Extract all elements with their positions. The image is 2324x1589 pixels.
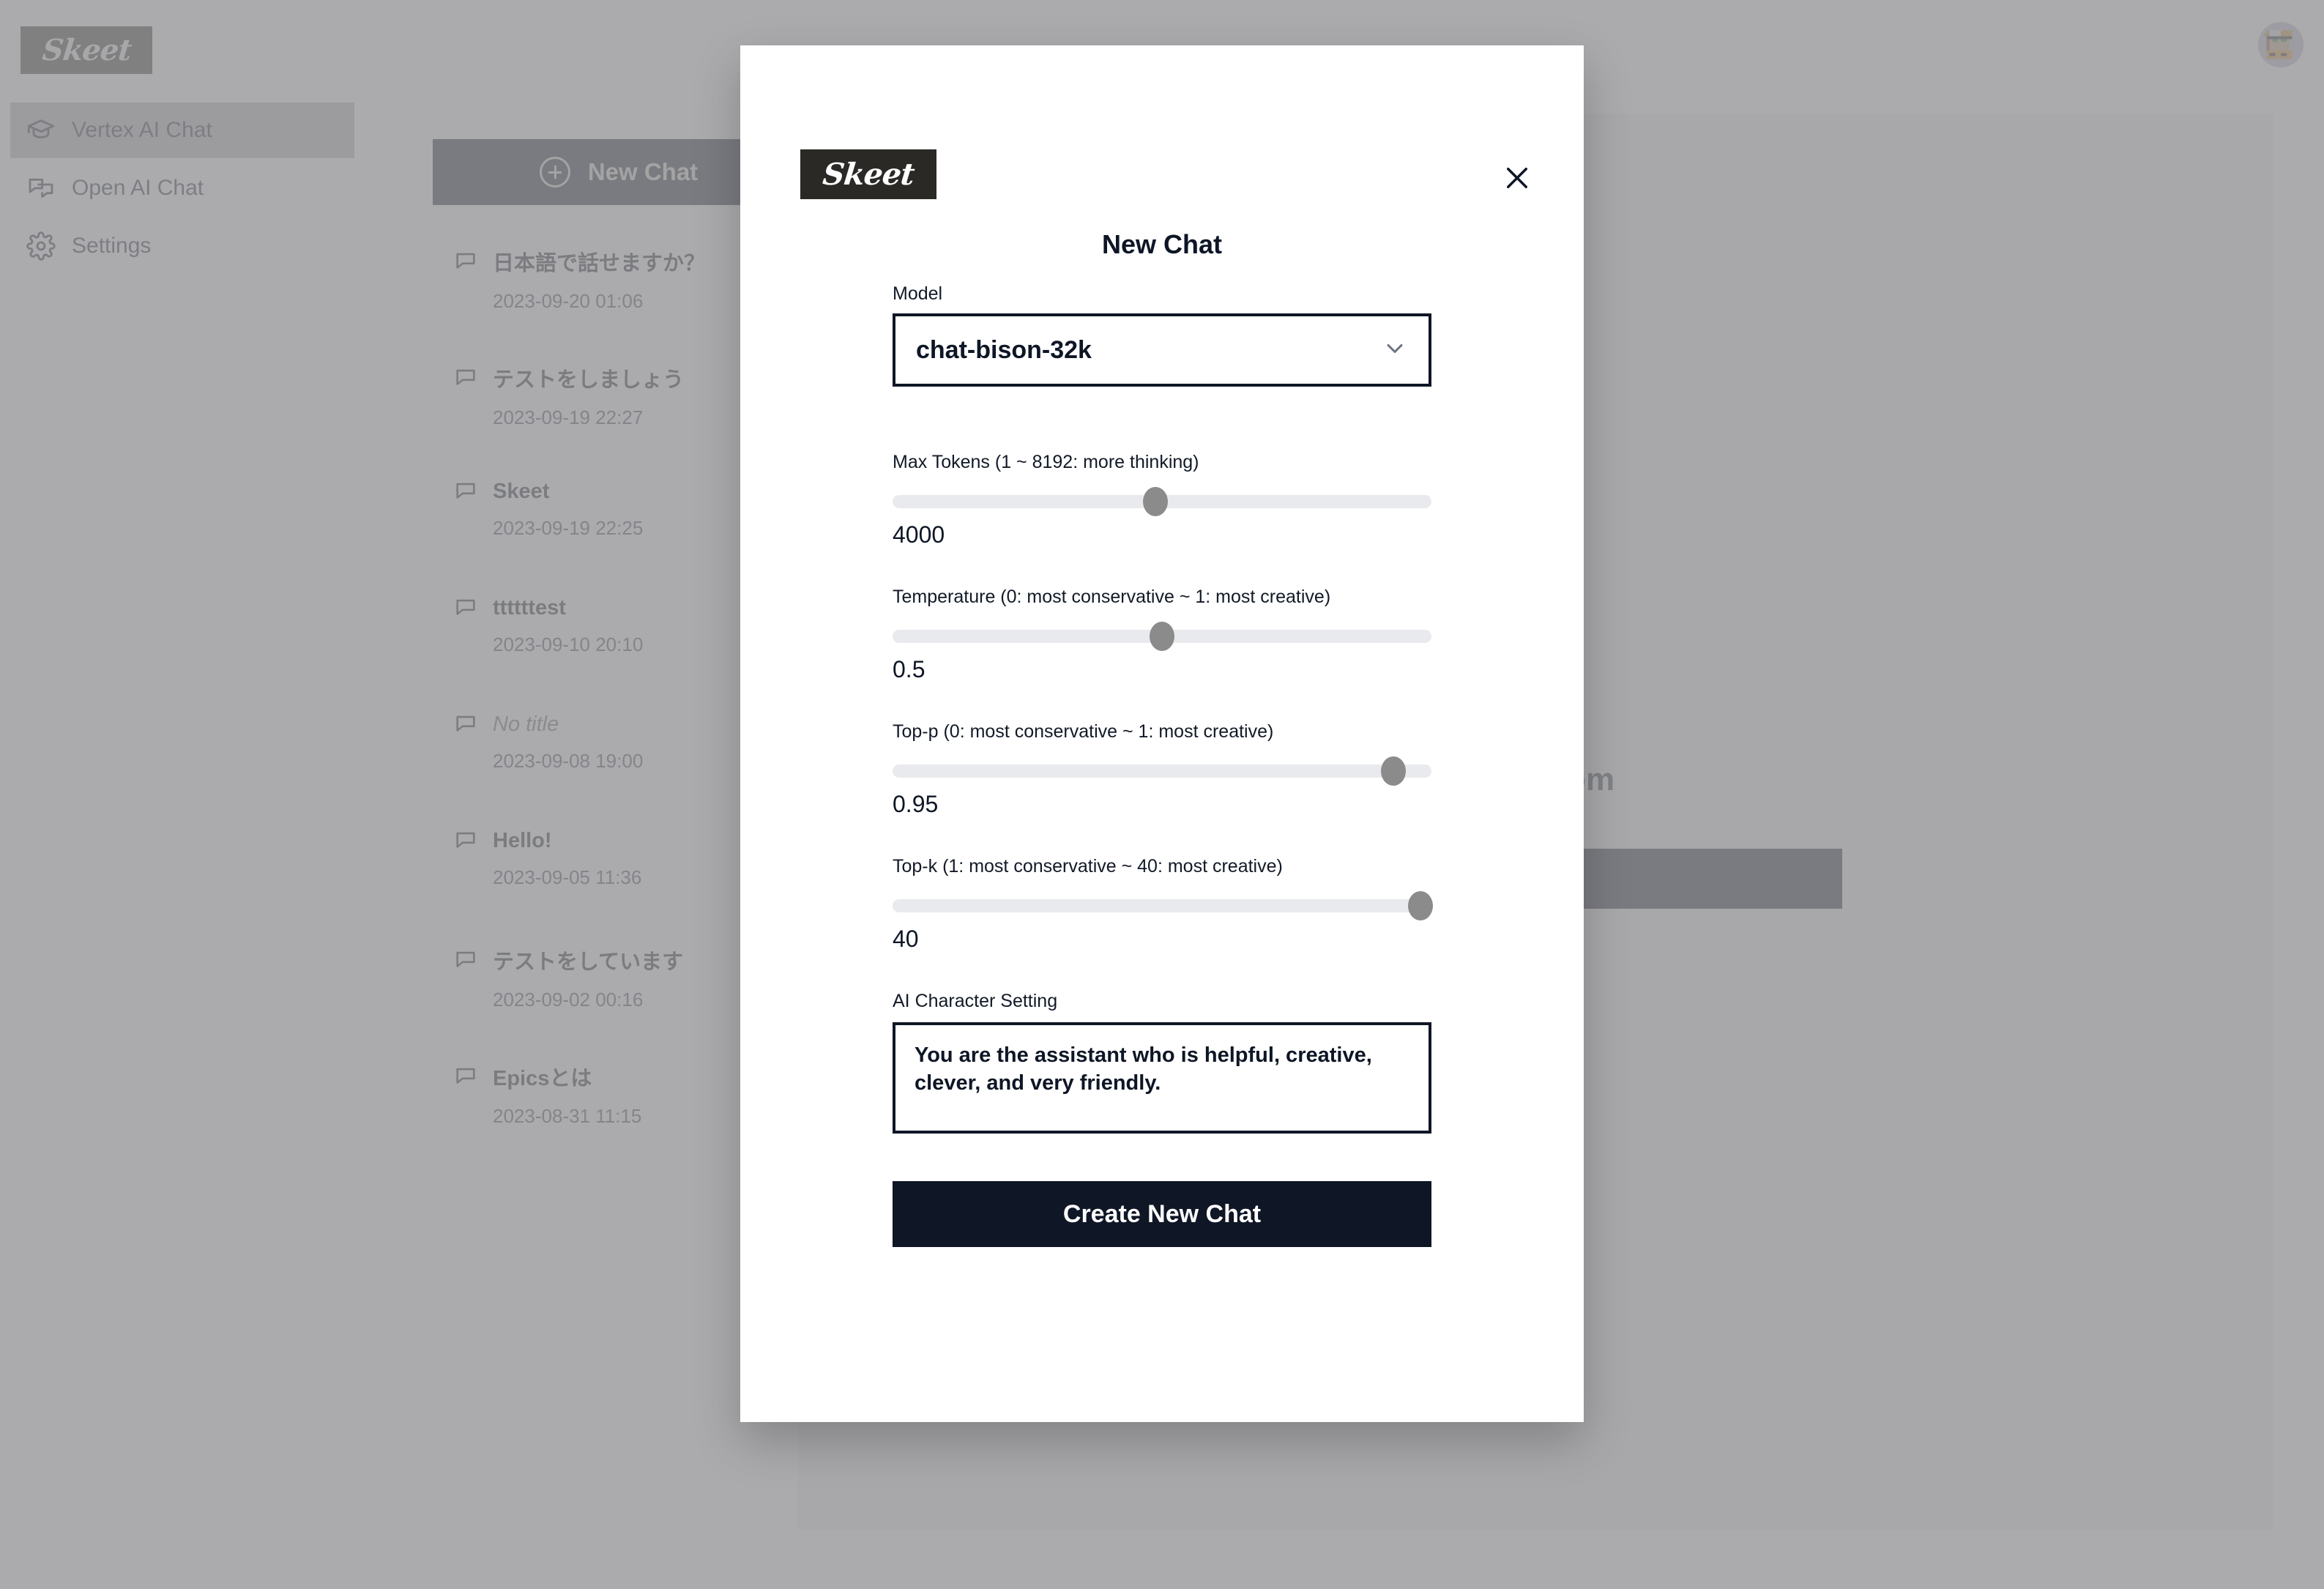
- slider-value: 0.5: [893, 656, 925, 682]
- slider-thumb[interactable]: [1150, 622, 1174, 651]
- slider-value: 0.95: [893, 791, 939, 817]
- ai-character-setting-field: AI Character Setting Create New Chat: [893, 991, 1431, 1247]
- modal-brand-wordmark: Skeet: [821, 157, 916, 192]
- model-select-value: chat-bison-32k: [916, 335, 1092, 364]
- model-field: Model chat-bison-32k: [893, 283, 1431, 387]
- model-select[interactable]: chat-bison-32k: [893, 313, 1431, 387]
- close-icon[interactable]: [1496, 157, 1538, 199]
- slider-label: Temperature (0: most conservative ~ 1: m…: [893, 587, 1331, 607]
- modal-title: New Chat: [1101, 229, 1223, 259]
- slider-value: 40: [893, 926, 919, 952]
- new-chat-modal: Skeet New Chat Model chat-bison-32k Max …: [740, 45, 1584, 1422]
- slider-field: Top-p (0: most conservative ~ 1: most cr…: [893, 721, 1431, 818]
- model-label: Model: [893, 283, 943, 304]
- modal-brand-logo: Skeet: [800, 149, 936, 199]
- slider-thumb[interactable]: [1408, 891, 1434, 920]
- chevron-down-icon: [1382, 335, 1408, 365]
- slider-track[interactable]: [893, 487, 1431, 516]
- slider-label: Top-k (1: most conservative ~ 40: most c…: [893, 856, 1283, 877]
- slider-label: Max Tokens (1 ~ 8192: more thinking): [893, 452, 1199, 472]
- slider-label: Top-p (0: most conservative ~ 1: most cr…: [893, 721, 1274, 742]
- create-new-chat-button[interactable]: Create New Chat: [893, 1181, 1431, 1247]
- slider-track[interactable]: [893, 622, 1431, 651]
- slider-fields: Max Tokens (1 ~ 8192: more thinking) 4000…: [893, 452, 1434, 1247]
- slider-field: Max Tokens (1 ~ 8192: more thinking) 4000: [893, 452, 1431, 548]
- slider-thumb[interactable]: [1143, 487, 1169, 516]
- ai-character-setting-label: AI Character Setting: [893, 991, 1058, 1011]
- slider-value: 4000: [893, 521, 945, 548]
- slider-thumb[interactable]: [1381, 756, 1407, 786]
- slider-track[interactable]: [893, 891, 1434, 920]
- ai-character-setting-input[interactable]: [893, 1022, 1431, 1134]
- slider-track[interactable]: [893, 756, 1431, 786]
- slider-field: Top-k (1: most conservative ~ 40: most c…: [893, 856, 1434, 953]
- slider-field: Temperature (0: most conservative ~ 1: m…: [893, 587, 1431, 683]
